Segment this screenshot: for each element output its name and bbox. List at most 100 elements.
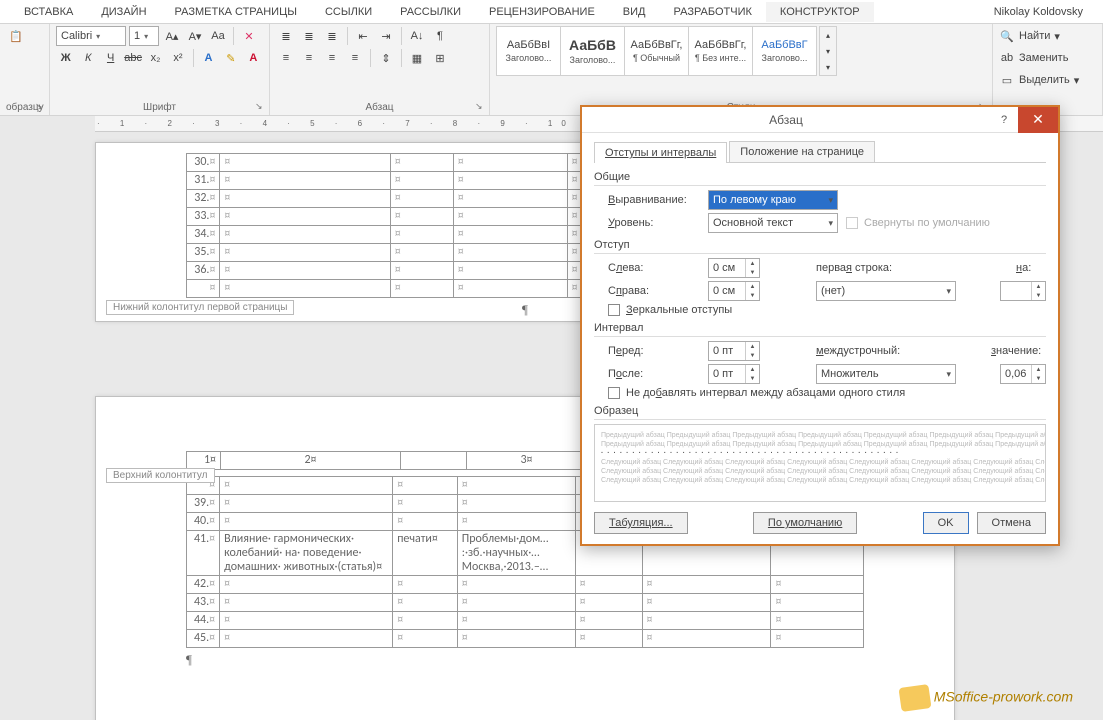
alignment-label: Выравнивание: (608, 194, 700, 206)
paragraph-launcher[interactable]: ↘ (475, 101, 487, 113)
table-row[interactable]: 43.¤¤¤¤¤¤¤ (187, 594, 864, 612)
tab-insert[interactable]: ВСТАВКА (10, 2, 87, 22)
table-row[interactable]: 44.¤¤¤¤¤¤¤ (187, 612, 864, 630)
mirror-indents-checkbox[interactable]: Зеркальные отступы (608, 304, 732, 316)
cancel-button[interactable]: Отмена (977, 512, 1046, 534)
styles-group: АаБбВвІЗаголово... АаБбВЗаголово... АаБб… (490, 24, 993, 115)
multilevel-icon[interactable]: ≣ (322, 26, 342, 46)
italic-button[interactable]: К (78, 48, 97, 68)
select-button[interactable]: ▭Выделить ▾ (999, 70, 1096, 90)
section-general: Общие (594, 171, 1046, 186)
format-painter-icon[interactable]: 📋 (6, 26, 26, 46)
decrease-indent-icon[interactable]: ⇤ (353, 26, 373, 46)
dialog-close-button[interactable]: ✕ (1018, 107, 1058, 133)
style-heading1[interactable]: АаБбВвІЗаголово... (496, 26, 561, 76)
tab-developer[interactable]: РАЗРАБОТЧИК (660, 2, 766, 22)
dialog-tab-indents[interactable]: Отступы и интервалы (594, 142, 727, 163)
replace-button[interactable]: abЗаменить (999, 48, 1096, 68)
bold-button[interactable]: Ж (56, 48, 75, 68)
editing-group: 🔍Найти ▾ abЗаменить ▭Выделить ▾ (993, 24, 1103, 115)
before-spinner[interactable]: 0 пт▲▼ (708, 341, 760, 361)
clipboard-launcher[interactable]: ↘ (35, 101, 47, 113)
style-nospacing[interactable]: АаБбВвГг,¶ Без инте... (688, 26, 753, 76)
section-preview: Образец (594, 405, 1046, 420)
after-label: После: (608, 368, 700, 380)
left-indent-spinner[interactable]: 0 см▲▼ (708, 258, 760, 278)
change-case-icon[interactable]: Aa (208, 26, 228, 46)
find-button[interactable]: 🔍Найти ▾ (999, 26, 1096, 46)
numbering-icon[interactable]: ≣ (299, 26, 319, 46)
level-label: Уровень: (608, 217, 700, 229)
grow-font-icon[interactable]: A▴ (162, 26, 182, 46)
align-center-icon[interactable]: ≡ (299, 48, 319, 68)
linespacing-label: междустрочный: (816, 345, 926, 357)
style-normal[interactable]: АаБбВвГг,¶ Обычный (624, 26, 689, 76)
section-spacing: Интервал (594, 322, 1046, 337)
right-indent-spinner[interactable]: 0 см▲▼ (708, 281, 760, 301)
ok-button[interactable]: OK (923, 512, 969, 534)
font-color-icon[interactable]: A (244, 48, 263, 68)
style-heading3[interactable]: АаБбВвГЗаголово... (752, 26, 817, 76)
font-name-combo[interactable]: Calibri▾ (56, 26, 126, 46)
shrink-font-icon[interactable]: A▾ (185, 26, 205, 46)
by-spinner[interactable]: ▲▼ (1000, 281, 1046, 301)
account-user[interactable]: Nikolay Koldovsky (974, 6, 1103, 18)
underline-button[interactable]: Ч (101, 48, 120, 68)
table-row[interactable]: 42.¤¤¤¤¤¤¤ (187, 576, 864, 594)
level-select[interactable]: Основной текст (708, 213, 838, 233)
watermark: MSoffice-prowork.com (900, 686, 1073, 710)
line-spacing-icon[interactable]: ⇕ (376, 48, 396, 68)
after-spinner[interactable]: 0 пт▲▼ (708, 364, 760, 384)
style-heading2[interactable]: АаБбВЗаголово... (560, 26, 625, 76)
paragraph-mark-2: ¶ (186, 652, 864, 668)
strike-button[interactable]: abc (123, 48, 142, 68)
tab-design[interactable]: ДИЗАЙН (87, 2, 160, 22)
paragraph-group-label: Абзац (276, 100, 483, 115)
linespacing-select[interactable]: Множитель (816, 364, 956, 384)
at-label: значение: (991, 345, 1046, 357)
styles-more[interactable]: ▴▾▾ (819, 26, 837, 76)
right-indent-label: Справа: (608, 285, 700, 297)
bullets-icon[interactable]: ≣ (276, 26, 296, 46)
align-left-icon[interactable]: ≡ (276, 48, 296, 68)
tab-references[interactable]: ССЫЛКИ (311, 2, 386, 22)
by-label: на: (1016, 262, 1046, 274)
subscript-button[interactable]: x₂ (146, 48, 165, 68)
superscript-button[interactable]: x² (168, 48, 187, 68)
highlight-icon[interactable]: ✎ (221, 48, 240, 68)
before-label: Перед: (608, 345, 700, 357)
sort-icon[interactable]: A↓ (407, 26, 427, 46)
tab-constructor[interactable]: КОНСТРУКТОР (766, 2, 874, 22)
clear-format-icon[interactable]: ✕ (239, 26, 259, 46)
font-size-combo[interactable]: 1▾ (129, 26, 159, 46)
text-effects-icon[interactable]: A (199, 48, 218, 68)
tabs-button[interactable]: Табуляция... (594, 512, 688, 534)
ribbon: 📋 образцу ↘ Calibri▾ 1▾ A▴ A▾ Aa ✕ Ж К Ч… (0, 24, 1103, 116)
alignment-select[interactable]: По левому краю (708, 190, 838, 210)
footer-tag: Нижний колонтитул первой страницы (106, 300, 294, 315)
tab-review[interactable]: РЕЦЕНЗИРОВАНИЕ (475, 2, 609, 22)
align-right-icon[interactable]: ≡ (322, 48, 342, 68)
tab-layout[interactable]: РАЗМЕТКА СТРАНИЦЫ (161, 2, 311, 22)
replace-icon: ab (999, 52, 1015, 64)
dialog-tab-position[interactable]: Положение на странице (729, 141, 875, 162)
font-group: Calibri▾ 1▾ A▴ A▾ Aa ✕ Ж К Ч abc x₂ x² A… (50, 24, 270, 115)
show-marks-icon[interactable]: ¶ (430, 26, 450, 46)
styles-gallery[interactable]: АаБбВвІЗаголово... АаБбВЗаголово... АаБб… (496, 26, 816, 76)
justify-icon[interactable]: ≡ (345, 48, 365, 68)
firstline-select[interactable]: (нет) (816, 281, 956, 301)
dialog-help-button[interactable]: ? (990, 114, 1018, 126)
font-launcher[interactable]: ↘ (255, 101, 267, 113)
at-spinner[interactable]: 0,06▲▼ (1000, 364, 1046, 384)
preview-box: Предыдущий абзац Предыдущий абзац Предыд… (594, 424, 1046, 502)
table-row[interactable]: 45.¤¤¤¤¤¤¤ (187, 630, 864, 648)
shading-icon[interactable]: ▦ (407, 48, 427, 68)
tab-view[interactable]: ВИД (609, 2, 660, 22)
default-button[interactable]: По умолчанию (753, 512, 857, 534)
table-page2-head[interactable]: 1¤ 2¤ 3¤ (186, 451, 587, 470)
borders-icon[interactable]: ⊞ (430, 48, 450, 68)
increase-indent-icon[interactable]: ⇥ (376, 26, 396, 46)
collapse-checkbox: Свернуты по умолчанию (846, 217, 990, 229)
noadd-checkbox[interactable]: Не добавлять интервал между абзацами одн… (608, 387, 905, 399)
tab-mailings[interactable]: РАССЫЛКИ (386, 2, 475, 22)
